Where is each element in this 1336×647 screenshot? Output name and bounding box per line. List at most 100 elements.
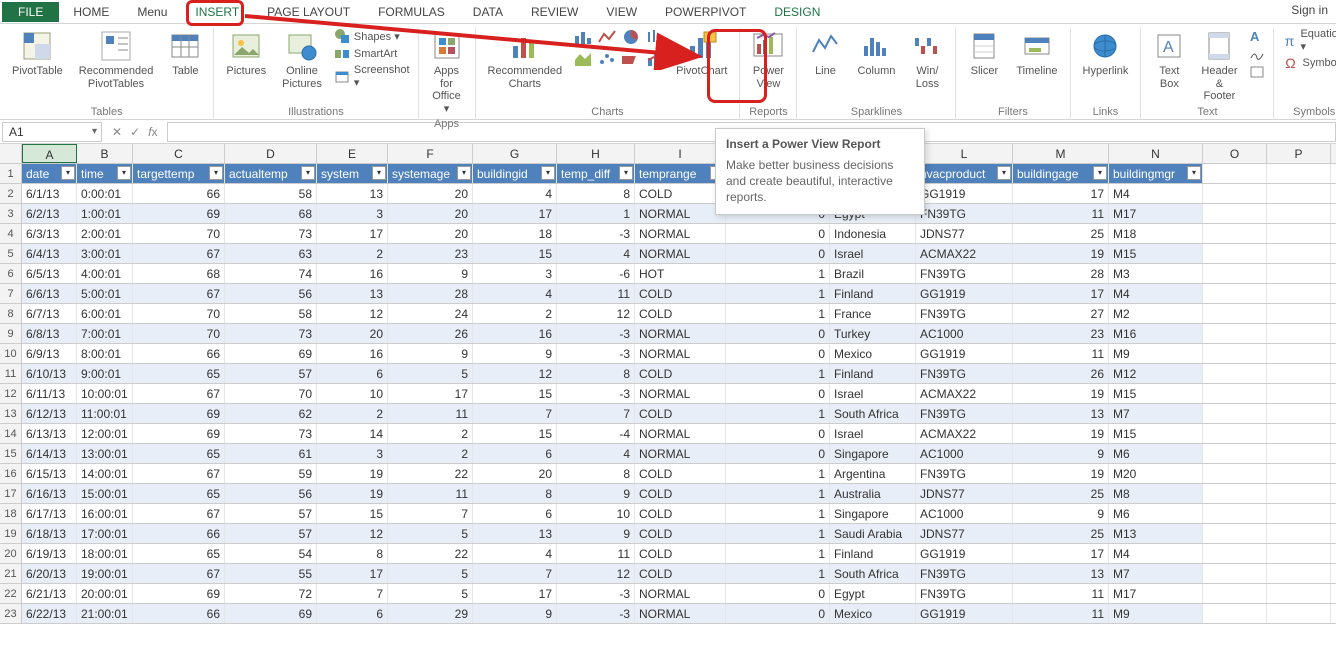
cell[interactable]: 2 xyxy=(388,424,473,443)
cell[interactable]: 23 xyxy=(388,244,473,263)
row-number[interactable]: 14 xyxy=(0,424,22,443)
cell[interactable]: 8 xyxy=(557,184,635,203)
cell[interactable]: 3 xyxy=(473,264,557,283)
cell[interactable]: 5 xyxy=(388,524,473,543)
cell[interactable]: 58 xyxy=(225,304,317,323)
cell[interactable]: 55 xyxy=(225,564,317,583)
line-chart-icon[interactable] xyxy=(598,28,616,46)
cell[interactable]: Israel xyxy=(830,244,916,263)
textbox-button[interactable]: A Text Box xyxy=(1149,28,1189,92)
cell[interactable]: M12 xyxy=(1109,364,1203,383)
cell[interactable]: Saudi Arabia xyxy=(830,524,916,543)
cell[interactable]: M17 xyxy=(1109,204,1203,223)
row-number[interactable]: 13 xyxy=(0,404,22,423)
cell[interactable]: 65 xyxy=(133,364,225,383)
cell[interactable]: M4 xyxy=(1109,544,1203,563)
tab-pagelayout[interactable]: PAGE LAYOUT xyxy=(253,2,364,22)
cell[interactable]: Singapore xyxy=(830,444,916,463)
column-header[interactable]: L xyxy=(916,144,1013,163)
row-number[interactable]: 9 xyxy=(0,324,22,343)
cell[interactable]: 69 xyxy=(225,604,317,623)
cell[interactable] xyxy=(1203,224,1267,243)
cell[interactable]: NORMAL xyxy=(635,424,726,443)
cell[interactable]: 6/21/13 xyxy=(22,584,77,603)
cell[interactable]: 69 xyxy=(225,344,317,363)
cell[interactable] xyxy=(1203,204,1267,223)
cell[interactable]: 69 xyxy=(133,424,225,443)
cell[interactable]: 6/1/13 xyxy=(22,184,77,203)
cell[interactable]: 65 xyxy=(133,484,225,503)
cell[interactable]: M4 xyxy=(1109,184,1203,203)
cell[interactable]: 6 xyxy=(473,444,557,463)
cell[interactable]: 6/18/13 xyxy=(22,524,77,543)
column-header[interactable]: E xyxy=(317,144,388,163)
cell[interactable] xyxy=(1267,364,1331,383)
cell[interactable]: 8 xyxy=(557,464,635,483)
cell[interactable]: 27 xyxy=(1013,304,1109,323)
cell[interactable]: COLD xyxy=(635,284,726,303)
cell[interactable]: 69 xyxy=(133,204,225,223)
table-header[interactable]: system xyxy=(317,164,388,183)
cell[interactable]: 1 xyxy=(726,564,830,583)
cell[interactable]: M18 xyxy=(1109,224,1203,243)
filter-dropdown-icon[interactable] xyxy=(209,166,223,180)
recommended-charts-button[interactable]: Recommended Charts xyxy=(484,28,567,92)
sign-in-link[interactable]: Sign in xyxy=(1291,3,1328,17)
cell[interactable]: 2:00:01 xyxy=(77,224,133,243)
cell[interactable]: -3 xyxy=(557,604,635,623)
cell[interactable]: 1 xyxy=(726,464,830,483)
cell[interactable]: 11 xyxy=(1013,344,1109,363)
cell[interactable] xyxy=(1203,524,1267,543)
cell[interactable]: COLD xyxy=(635,464,726,483)
cell[interactable]: M7 xyxy=(1109,564,1203,583)
cell[interactable] xyxy=(1203,444,1267,463)
cell[interactable]: 11 xyxy=(388,484,473,503)
pivottable-button[interactable]: PivotTable xyxy=(8,28,67,80)
cell[interactable]: 20 xyxy=(388,204,473,223)
cell[interactable] xyxy=(1267,304,1331,323)
wordart-icon[interactable]: A xyxy=(1249,28,1265,44)
cell[interactable]: M7 xyxy=(1109,404,1203,423)
cell[interactable] xyxy=(1267,384,1331,403)
cell[interactable]: 6/17/13 xyxy=(22,504,77,523)
row-number[interactable]: 23 xyxy=(0,604,22,623)
cell[interactable]: 0 xyxy=(726,444,830,463)
cell[interactable]: -3 xyxy=(557,344,635,363)
cell[interactable]: 12 xyxy=(557,304,635,323)
cell[interactable]: GG1919 xyxy=(916,344,1013,363)
cell[interactable]: JDNS77 xyxy=(916,224,1013,243)
row-number[interactable]: 15 xyxy=(0,444,22,463)
filter-dropdown-icon[interactable] xyxy=(372,166,386,180)
smartart-button[interactable]: SmartArt xyxy=(334,46,410,62)
cell[interactable]: COLD xyxy=(635,564,726,583)
cell[interactable] xyxy=(1203,344,1267,363)
equation-button[interactable]: πEquation ▾ xyxy=(1282,28,1336,53)
cell[interactable]: 4 xyxy=(473,284,557,303)
cell[interactable]: 26 xyxy=(1013,364,1109,383)
cell[interactable]: M3 xyxy=(1109,264,1203,283)
cell[interactable]: M17 xyxy=(1109,584,1203,603)
cell[interactable]: 56 xyxy=(225,484,317,503)
row-number[interactable]: 19 xyxy=(0,524,22,543)
select-all-corner[interactable] xyxy=(0,144,22,163)
cell[interactable]: 20 xyxy=(388,224,473,243)
row-number[interactable]: 21 xyxy=(0,564,22,583)
cell[interactable]: 6 xyxy=(317,604,388,623)
cell[interactable]: 54 xyxy=(225,544,317,563)
cell[interactable] xyxy=(1203,484,1267,503)
cell[interactable]: 15 xyxy=(473,244,557,263)
cell[interactable]: 2 xyxy=(388,444,473,463)
sparkline-line-button[interactable]: Line xyxy=(805,28,845,80)
filter-dropdown-icon[interactable] xyxy=(1093,166,1107,180)
cell[interactable]: 12:00:01 xyxy=(77,424,133,443)
tab-formulas[interactable]: FORMULAS xyxy=(364,2,459,22)
timeline-button[interactable]: Timeline xyxy=(1012,28,1061,80)
filter-dropdown-icon[interactable] xyxy=(61,166,75,180)
cell[interactable] xyxy=(1203,564,1267,583)
cell[interactable]: 1 xyxy=(726,484,830,503)
tab-design[interactable]: DESIGN xyxy=(760,2,834,22)
cell[interactable]: 70 xyxy=(133,324,225,343)
cell[interactable]: 69 xyxy=(133,584,225,603)
cell[interactable]: 9 xyxy=(388,344,473,363)
cell[interactable] xyxy=(1203,264,1267,283)
